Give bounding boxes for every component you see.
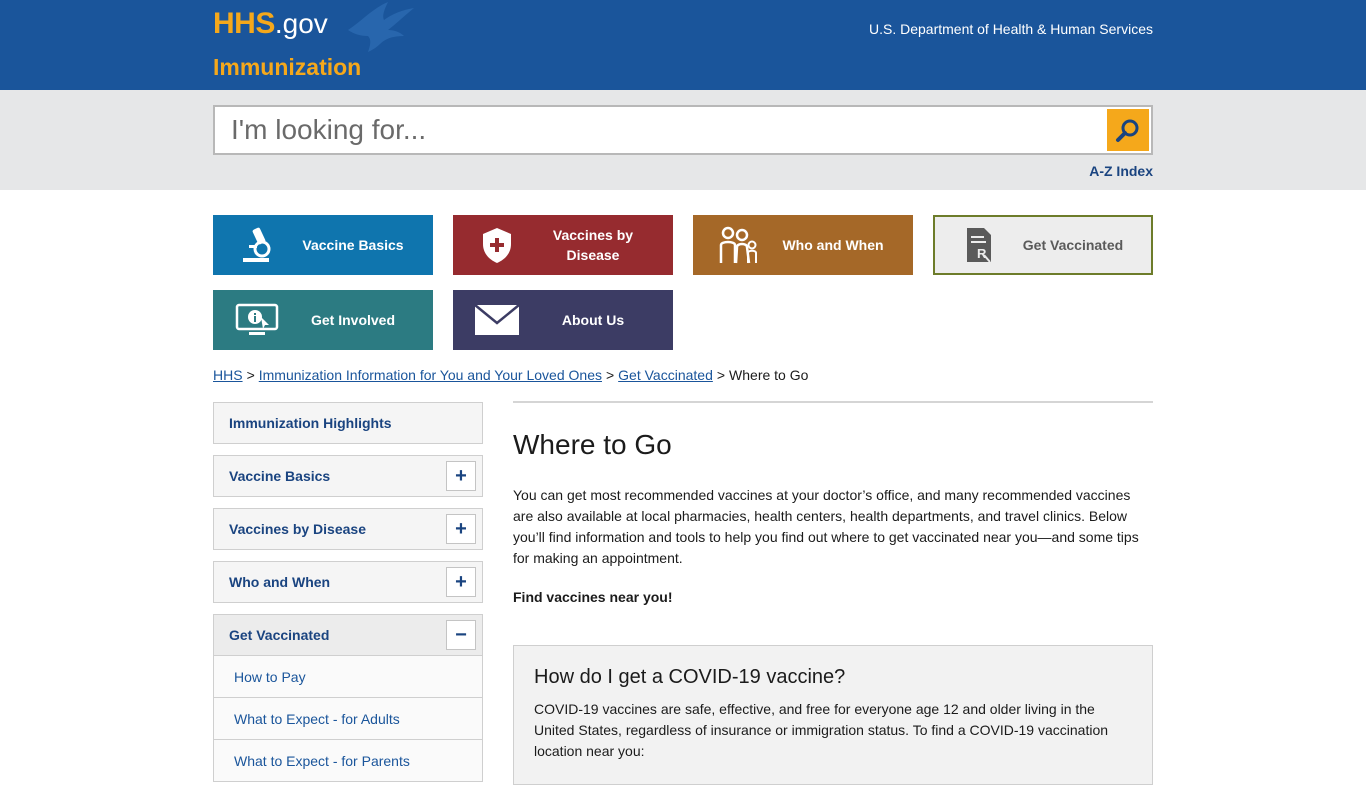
- family-icon: [707, 225, 767, 265]
- site-name-link[interactable]: Immunization: [213, 54, 361, 81]
- collapse-minus-icon[interactable]: −: [446, 620, 476, 650]
- sidebar-item-vaccines-by-disease[interactable]: Vaccines by Disease +: [213, 508, 483, 550]
- search-input[interactable]: [215, 107, 1105, 153]
- tile-label: Get Vaccinated: [1022, 237, 1124, 253]
- expand-plus-icon[interactable]: +: [446, 567, 476, 597]
- breadcrumb: HHS > Immunization Information for You and…: [213, 367, 808, 383]
- sidebar-item-label: Vaccines by Disease: [229, 521, 366, 537]
- breadcrumb-separator: >: [605, 367, 615, 383]
- covid-info-box: How do I get a COVID-19 vaccine? COVID-1…: [513, 645, 1153, 785]
- tile-label: Get Involved: [310, 312, 396, 328]
- page-title: Where to Go: [513, 429, 672, 460]
- expand-plus-icon[interactable]: +: [446, 461, 476, 491]
- eagle-logo-icon: [348, 2, 414, 52]
- tile-label: Vaccines by Disease: [552, 227, 634, 263]
- tile-label: About Us: [561, 312, 625, 328]
- search-button[interactable]: [1107, 109, 1149, 151]
- tile-vaccine-basics[interactable]: Vaccine Basics: [213, 215, 433, 275]
- sidebar-item-label: Get Vaccinated: [229, 627, 330, 643]
- microscope-icon: [227, 225, 287, 265]
- az-index-link[interactable]: A-Z Index: [1089, 163, 1153, 179]
- breadcrumb-separator: >: [716, 367, 726, 383]
- sidebar-subitem-what-to-expect-parents[interactable]: What to Expect - for Parents: [213, 740, 483, 782]
- search-icon: [1116, 119, 1139, 142]
- sidebar-item-get-vaccinated[interactable]: Get Vaccinated −: [213, 614, 483, 656]
- tile-who-and-when[interactable]: Who and When: [693, 215, 913, 275]
- tile-get-vaccinated[interactable]: R Get Vaccinated: [933, 215, 1153, 275]
- sidebar-item-label: Who and When: [229, 574, 331, 590]
- envelope-icon: [467, 304, 527, 336]
- sidebar-nav: Immunization Highlights Vaccine Basics +…: [213, 402, 483, 782]
- breadcrumb-current: Where to Go: [729, 367, 809, 383]
- sidebar-item-label: Immunization Highlights: [229, 415, 392, 431]
- main-content: Where to Go You can get most recommended…: [513, 401, 1153, 785]
- search-band: A-Z Index: [0, 90, 1366, 190]
- sidebar-item-who-and-when[interactable]: Who and When +: [213, 561, 483, 603]
- prescription-icon: R: [949, 226, 1009, 264]
- logo-hhs-text: HHS: [213, 7, 275, 40]
- content-divider: [513, 401, 1153, 403]
- monitor-icon: [227, 303, 287, 337]
- tile-about-us[interactable]: About Us: [453, 290, 673, 350]
- covid-box-text: COVID-19 vaccines are safe, effective, a…: [534, 701, 1109, 759]
- tile-label: Who and When: [782, 237, 884, 253]
- intro-paragraph: You can get most recommended vaccines at…: [513, 487, 1139, 566]
- search-box: [213, 105, 1153, 155]
- find-vaccines-heading: Find vaccines near you!: [513, 589, 673, 605]
- sidebar-item-label: Vaccine Basics: [229, 468, 331, 484]
- tile-get-involved[interactable]: Get Involved: [213, 290, 433, 350]
- tile-vaccines-by-disease[interactable]: Vaccines by Disease: [453, 215, 673, 275]
- sidebar-subitem-how-to-pay[interactable]: How to Pay: [213, 656, 483, 698]
- tile-label: Vaccine Basics: [302, 237, 404, 253]
- expand-plus-icon[interactable]: +: [446, 514, 476, 544]
- hhs-logo-link[interactable]: HHS.gov: [213, 7, 328, 41]
- breadcrumb-link-hhs[interactable]: HHS: [213, 367, 243, 383]
- sidebar-subitem-what-to-expect-adults[interactable]: What to Expect - for Adults: [213, 698, 483, 740]
- shield-cross-icon: [467, 226, 527, 264]
- sidebar-item-vaccine-basics[interactable]: Vaccine Basics +: [213, 455, 483, 497]
- breadcrumb-link-get-vaccinated[interactable]: Get Vaccinated: [618, 367, 713, 383]
- hhs-department-link[interactable]: U.S. Department of Health & Human Servic…: [869, 21, 1153, 37]
- site-header: HHS.gov Immunization U.S. Department of …: [0, 0, 1366, 90]
- breadcrumb-link-immunization-info[interactable]: Immunization Information for You and You…: [259, 367, 602, 383]
- logo-gov-text: .gov: [274, 8, 328, 39]
- svg-text:R: R: [977, 246, 987, 261]
- covid-box-title: How do I get a COVID-19 vaccine?: [534, 666, 846, 688]
- breadcrumb-separator: >: [246, 367, 255, 383]
- sidebar-item-immunization-highlights[interactable]: Immunization Highlights: [213, 402, 483, 444]
